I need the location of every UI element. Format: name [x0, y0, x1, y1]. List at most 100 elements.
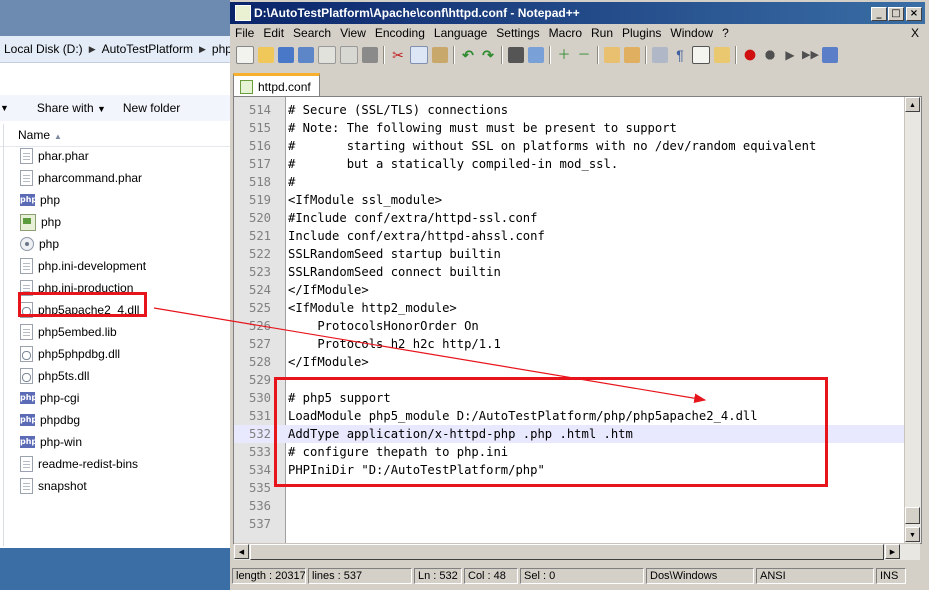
- file-list-item[interactable]: php: [20, 233, 232, 255]
- line-text[interactable]: Include conf/extra/httpd-ahssl.conf: [288, 227, 545, 245]
- sync-horizontal-icon[interactable]: [624, 47, 640, 63]
- vertical-scroll-thumb[interactable]: [905, 507, 920, 524]
- breadcrumb-autotestplatform[interactable]: AutoTestPlatform: [102, 42, 193, 56]
- scroll-left-button[interactable]: ◀: [234, 544, 249, 559]
- horizontal-scroll-thumb[interactable]: [250, 544, 884, 560]
- code-line[interactable]: 525 <IfModule http2_module>: [234, 299, 904, 317]
- save-all-icon[interactable]: [298, 47, 314, 63]
- maximize-button[interactable]: □: [888, 7, 904, 21]
- menu-settings[interactable]: Settings: [491, 26, 543, 40]
- open-file-icon[interactable]: [258, 47, 274, 63]
- minimize-button[interactable]: _: [871, 7, 887, 21]
- line-text[interactable]: SSLRandomSeed connect builtin: [288, 263, 501, 281]
- line-text[interactable]: #: [288, 173, 295, 191]
- record-macro-icon[interactable]: [742, 47, 758, 63]
- new-folder-button[interactable]: New folder: [123, 101, 180, 115]
- code-line[interactable]: 537: [234, 515, 904, 533]
- code-line[interactable]: 524 </IfModule>: [234, 281, 904, 299]
- line-text[interactable]: #Include conf/extra/httpd-ssl.conf: [288, 209, 537, 227]
- show-all-characters-icon[interactable]: ¶: [672, 47, 688, 63]
- file-list-item[interactable]: phar.phar: [20, 145, 232, 167]
- close-button[interactable]: ×: [906, 7, 922, 21]
- undo-icon[interactable]: ↶: [460, 47, 476, 63]
- share-with-button[interactable]: Share with ▼: [37, 101, 106, 115]
- code-line[interactable]: 521 Include conf/extra/httpd-ahssl.conf: [234, 227, 904, 245]
- file-list-item[interactable]: php php-cgi: [20, 387, 232, 409]
- code-line[interactable]: 518 #: [234, 173, 904, 191]
- file-list-item[interactable]: php5phpdbg.dll: [20, 343, 232, 365]
- line-text[interactable]: </IfModule>: [288, 281, 369, 299]
- code-line[interactable]: 519 <IfModule ssl_module>: [234, 191, 904, 209]
- file-list-item[interactable]: php: [20, 211, 232, 233]
- scroll-down-button[interactable]: ▼: [905, 527, 920, 542]
- code-line[interactable]: 528 </IfModule>: [234, 353, 904, 371]
- menu-encoding[interactable]: Encoding: [370, 26, 429, 40]
- word-wrap-icon[interactable]: [652, 47, 668, 63]
- print-icon[interactable]: [362, 47, 378, 63]
- breadcrumb-separator-icon[interactable]: ▶: [89, 44, 96, 55]
- close-file-icon[interactable]: [318, 46, 336, 64]
- code-line[interactable]: 516 # starting without SSL on platforms w…: [234, 137, 904, 155]
- notepad-app-icon[interactable]: [235, 5, 251, 21]
- dropdown-arrow-icon[interactable]: ▼: [0, 103, 9, 113]
- code-line[interactable]: 517 # but a statically compiled-in mod_ss…: [234, 155, 904, 173]
- code-line[interactable]: 520 #Include conf/extra/httpd-ssl.conf: [234, 209, 904, 227]
- sync-vertical-icon[interactable]: [604, 47, 620, 63]
- zoom-out-icon[interactable]: －: [576, 47, 592, 63]
- find-icon[interactable]: [508, 47, 524, 63]
- save-macro-icon[interactable]: [822, 47, 838, 63]
- copy-icon[interactable]: [410, 46, 428, 64]
- line-text[interactable]: Protocols h2 h2c http/1.1: [288, 335, 500, 353]
- close-document-icon[interactable]: X: [911, 26, 919, 40]
- file-list-item[interactable]: php5embed.lib: [20, 321, 232, 343]
- menu-run[interactable]: Run: [586, 26, 617, 40]
- document-map-icon[interactable]: [714, 47, 730, 63]
- breadcrumb-php[interactable]: php: [212, 42, 232, 56]
- indent-guide-icon[interactable]: [692, 46, 710, 64]
- line-text[interactable]: # starting without SSL on platforms with…: [288, 137, 816, 155]
- vertical-scrollbar[interactable]: ▲ ▼: [904, 97, 921, 543]
- horizontal-scrollbar[interactable]: ◀ ▶: [234, 543, 920, 560]
- replace-icon[interactable]: [528, 47, 544, 63]
- run-macro-multiple-icon[interactable]: ▶▶: [802, 47, 819, 63]
- menu-search[interactable]: Search: [288, 26, 335, 40]
- code-line[interactable]: 536: [234, 497, 904, 515]
- file-list-item[interactable]: pharcommand.phar: [20, 167, 232, 189]
- file-list-item[interactable]: php.ini-development: [20, 255, 232, 277]
- file-list-item[interactable]: php5ts.dll: [20, 365, 232, 387]
- line-text[interactable]: # but a statically compiled-in mod_ssl.: [288, 155, 618, 173]
- redo-icon[interactable]: ↷: [480, 47, 496, 63]
- menu-language[interactable]: Language: [429, 26, 491, 40]
- file-list-item[interactable]: php php: [20, 189, 232, 211]
- code-line[interactable]: 522 SSLRandomSeed startup builtin: [234, 245, 904, 263]
- line-text[interactable]: <IfModule http2_module>: [288, 299, 457, 317]
- name-column-header[interactable]: Name ▲: [18, 128, 62, 142]
- file-list-item[interactable]: readme-redist-bins: [20, 453, 232, 475]
- file-list-item[interactable]: php phpdbg: [20, 409, 232, 431]
- line-text[interactable]: ProtocolsHonorOrder On: [288, 317, 478, 335]
- menu-window[interactable]: Window: [665, 26, 717, 40]
- line-text[interactable]: SSLRandomSeed startup builtin: [288, 245, 501, 263]
- menu-help[interactable]: ?: [717, 26, 733, 40]
- menu-file[interactable]: File: [230, 26, 258, 40]
- stop-macro-icon[interactable]: [762, 47, 778, 63]
- file-list-item[interactable]: php php-win: [20, 431, 232, 453]
- close-all-icon[interactable]: [340, 46, 358, 64]
- pane-divider[interactable]: [3, 146, 4, 546]
- menu-edit[interactable]: Edit: [258, 26, 288, 40]
- cut-icon[interactable]: ✂: [390, 47, 406, 63]
- menu-macro[interactable]: Macro: [544, 26, 586, 40]
- code-line[interactable]: 526 ProtocolsHonorOrder On: [234, 317, 904, 335]
- tab-httpd-conf[interactable]: httpd.conf: [233, 73, 320, 98]
- scroll-right-button[interactable]: ▶: [885, 544, 900, 559]
- line-text[interactable]: # Note: The following must must be prese…: [288, 119, 677, 137]
- explorer-address-bar[interactable]: Local Disk (D:) ▶ AutoTestPlatform ▶ php…: [0, 36, 232, 63]
- code-line[interactable]: 515 # Note: The following must must be pr…: [234, 119, 904, 137]
- file-list-item[interactable]: snapshot: [20, 475, 232, 497]
- play-macro-icon[interactable]: ▶: [782, 47, 798, 63]
- line-text[interactable]: </IfModule>: [288, 353, 369, 371]
- line-text[interactable]: <IfModule ssl_module>: [288, 191, 442, 209]
- code-line[interactable]: 527 Protocols h2 h2c http/1.1: [234, 335, 904, 353]
- zoom-in-icon[interactable]: ＋: [556, 47, 572, 63]
- code-line[interactable]: 514 # Secure (SSL/TLS) connections: [234, 101, 904, 119]
